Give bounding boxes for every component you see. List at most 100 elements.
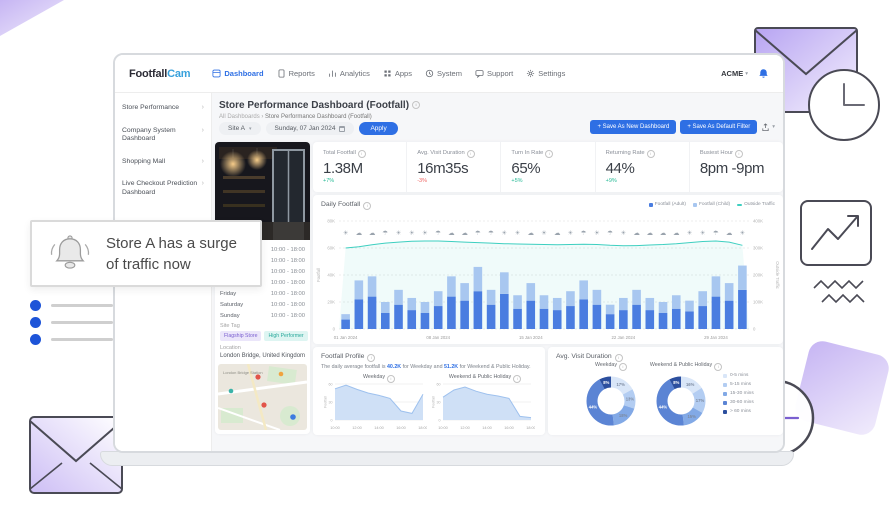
kpi-value: 1.38M — [323, 160, 406, 177]
svg-text:☁: ☁ — [448, 229, 455, 237]
brand-bold: Footfall — [129, 68, 167, 80]
svg-text:☀: ☀ — [620, 229, 626, 237]
daily-footfall-card: Daily Footfall Footfall (Adult)Footfall … — [313, 195, 783, 344]
nav-menu: Dashboard Reports Analytics Apps System Suppo… — [212, 69, 565, 78]
avg-visit-duration-card: Avg. Visit Duration Weekday Weekend & Pu… — [548, 347, 783, 435]
svg-text:44%: 44% — [589, 404, 598, 409]
svg-text:☀: ☀ — [343, 229, 349, 237]
svg-text:10:00: 10:00 — [330, 426, 340, 430]
sidebar-item-4[interactable]: Live Checkout Prediction Dashboard› — [115, 173, 211, 204]
breadcrumb-root[interactable]: All Dashboards — [219, 114, 260, 120]
save-as-new-dashboard-button[interactable]: + Save As New Dashboard — [590, 120, 676, 134]
legend-swatch — [649, 203, 653, 207]
site-tags: Flagship StoreHigh Performer — [220, 331, 308, 341]
kpi-returning-rate: Returning Rate44%+9% — [595, 142, 689, 192]
svg-text:☁: ☁ — [633, 229, 640, 237]
svg-text:14:00: 14:00 — [374, 426, 384, 430]
info-icon — [412, 101, 420, 109]
weekday-donut-chart[interactable]: 17%13%18%44%8% — [582, 372, 640, 430]
apply-button[interactable]: Apply — [359, 122, 397, 135]
chevron-down-icon: ▾ — [745, 71, 748, 77]
weekend-donut-chart[interactable]: 16%17%15%44%8% — [652, 372, 710, 430]
svg-text:Footfall: Footfall — [316, 268, 321, 282]
svg-text:☁: ☁ — [726, 229, 733, 237]
legend-item: Outside Traffic — [737, 202, 775, 207]
account-menu[interactable]: ACME ▾ — [721, 69, 748, 78]
nav-item-label: Analytics — [340, 69, 370, 78]
calendar-icon — [339, 126, 345, 132]
nav-item-analytics[interactable]: Analytics — [328, 69, 370, 78]
svg-text:18:00: 18:00 — [526, 426, 535, 430]
duration-legend-item: 5-15 mins — [723, 380, 754, 389]
svg-text:☀: ☀ — [700, 229, 706, 237]
nav-item-system[interactable]: System — [425, 69, 462, 78]
svg-text:0: 0 — [333, 327, 336, 332]
kpi-value: 44% — [606, 160, 689, 177]
bullet-row — [30, 297, 113, 314]
opening-hours-row: Sunday10:00 - 18:00 — [220, 311, 305, 322]
nav-item-dashboard[interactable]: Dashboard — [212, 69, 263, 78]
kpi-delta: -3% — [417, 178, 500, 185]
legend-label: Footfall (Adult) — [655, 202, 686, 207]
daily-footfall-title: Daily Footfall — [321, 201, 371, 210]
save-as-default-filter-button[interactable]: + Save As Default Filter — [680, 120, 757, 134]
svg-text:☀: ☀ — [409, 229, 415, 237]
site-filter-dropdown[interactable]: Site A▾ — [219, 122, 261, 135]
site-tag-chip[interactable]: High Performer — [264, 331, 307, 341]
svg-text:0: 0 — [331, 419, 333, 423]
location-label: Location — [220, 345, 241, 351]
svg-text:☂: ☂ — [382, 229, 388, 237]
avg-visit-duration-title: Avg. Visit Duration — [556, 353, 623, 362]
svg-text:16%: 16% — [686, 382, 695, 387]
store-info-card: Monday10:00 - 18:00Tuesday10:00 - 18:00W… — [215, 142, 310, 434]
settings-icon — [526, 69, 535, 78]
sidebar-item-3[interactable]: Shopping Mall› — [115, 151, 211, 174]
svg-text:☂: ☂ — [488, 229, 494, 237]
site-tag-chip[interactable]: Flagship Store — [220, 331, 261, 341]
svg-text:29 Jan 2024: 29 Jan 2024 — [704, 335, 728, 340]
export-button[interactable]: ▾ — [761, 123, 775, 132]
duration-legend: 0-5 mins5-15 mins15-30 mins30-60 mins> 6… — [723, 371, 754, 416]
svg-text:☂: ☂ — [475, 229, 481, 237]
legend-label: 15-30 mins — [730, 389, 754, 398]
bullet-line — [51, 321, 113, 324]
kpi-delta — [700, 178, 783, 185]
kpi-label-text: Returning Rate — [606, 150, 645, 156]
svg-text:60: 60 — [437, 383, 441, 387]
brand-logo[interactable]: FootfallCam — [129, 68, 190, 80]
legend-swatch — [723, 383, 727, 387]
weekend-profile-chart[interactable]: 6030010:0012:0014:0016:0018:00Footfall — [431, 380, 535, 434]
svg-text:☂: ☂ — [607, 229, 613, 237]
svg-text:17%: 17% — [696, 398, 705, 403]
svg-text:☁: ☁ — [554, 229, 561, 237]
breadcrumb[interactable]: All Dashboards › Store Performance Dashb… — [219, 114, 372, 120]
location-map[interactable]: London Bridge Station — [218, 364, 307, 430]
svg-text:15 Jan 2024: 15 Jan 2024 — [519, 335, 543, 340]
nav-item-label: Reports — [289, 69, 315, 78]
info-icon — [367, 354, 375, 362]
daily-footfall-chart[interactable]: 80K400K60K300K40K200K20K100K00☀☁☁☂☀☀☀☂☁☁… — [313, 211, 783, 344]
sidebar-item-label: Shopping Mall — [122, 158, 165, 167]
svg-text:0: 0 — [753, 327, 756, 332]
kpi-label-text: Busiest Hour — [700, 150, 733, 156]
kpi-turn-in-rate: Turn In Rate65%+5% — [500, 142, 594, 192]
nav-item-support[interactable]: Support — [475, 69, 513, 78]
kpi-summary-card: Total Footfall1.38M+7%Avg. Visit Duratio… — [313, 142, 783, 192]
notifications-bell-icon[interactable] — [758, 68, 769, 79]
sidebar-item-2[interactable]: Company System Dashboard› — [115, 120, 211, 151]
svg-text:☀: ☀ — [739, 229, 745, 237]
nav-item-settings[interactable]: Settings — [526, 69, 565, 78]
daily-footfall-legend: Footfall (Adult)Footfall (Child)Outside … — [649, 202, 775, 207]
surge-alert-toast[interactable]: Store A has a surge of traffic now — [30, 220, 262, 287]
weekday-profile-chart[interactable]: 6030010:0012:0014:0016:0018:00Footfall — [323, 380, 427, 434]
reports-icon — [277, 69, 286, 78]
info-icon — [735, 150, 743, 158]
sidebar-item-1[interactable]: Store Performance› — [115, 97, 211, 120]
day-hours: 10:00 - 18:00 — [271, 311, 305, 322]
nav-item-reports[interactable]: Reports — [277, 69, 315, 78]
laptop-base — [100, 451, 794, 466]
date-filter[interactable]: Sunday, 07 Jan 2024 — [266, 122, 355, 135]
day-hours: 10:00 - 18:00 — [271, 245, 305, 256]
kpi-delta: +5% — [511, 178, 594, 185]
nav-item-apps[interactable]: Apps — [383, 69, 412, 78]
